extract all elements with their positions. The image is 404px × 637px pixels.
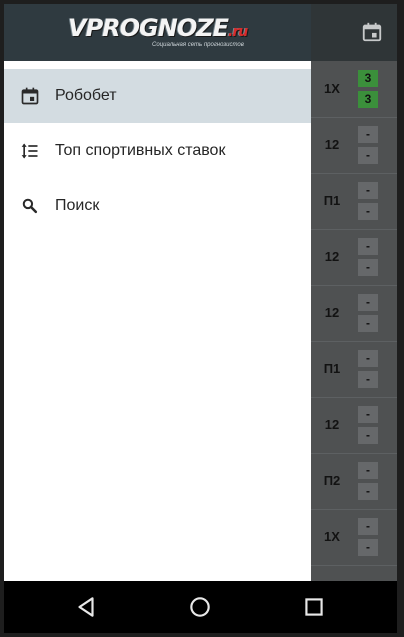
calendar-icon bbox=[21, 87, 39, 105]
back-icon[interactable] bbox=[73, 594, 99, 620]
bet-type: 12 bbox=[324, 417, 340, 432]
score-badge: - bbox=[358, 182, 378, 199]
logo-suffix: .ru bbox=[228, 24, 248, 40]
bet-type: 12 bbox=[324, 137, 340, 152]
bet-type: П1 bbox=[323, 193, 341, 208]
score-badge: - bbox=[358, 406, 378, 423]
list-item[interactable]: 12 - - bbox=[304, 397, 397, 454]
menu-item-robobet[interactable]: Робобет bbox=[4, 69, 311, 123]
menu-item-label: Поиск bbox=[55, 197, 100, 214]
list-item[interactable]: 12 - - bbox=[304, 117, 397, 174]
logo-tagline: Социальная сеть прогнозистов bbox=[152, 42, 244, 48]
menu-item-label: Робобет bbox=[55, 87, 117, 104]
menu-item-top-bets[interactable]: Топ спортивных ставок bbox=[4, 124, 311, 178]
list-item[interactable]: 1X - - bbox=[304, 509, 397, 566]
menu-item-search[interactable]: Поиск bbox=[4, 179, 311, 233]
score-badge: - bbox=[358, 427, 378, 444]
list-item[interactable]: 12 - - bbox=[304, 229, 397, 286]
calendar-icon[interactable] bbox=[361, 21, 383, 43]
vprognoze-logo: VPROGNOZE.ru Социальная сеть прогнозисто… bbox=[66, 12, 248, 54]
score-badge: - bbox=[358, 294, 378, 311]
bet-type: 12 bbox=[324, 249, 340, 264]
system-navigation-bar bbox=[4, 581, 397, 633]
list-item[interactable]: 1X 3 3 bbox=[304, 61, 397, 118]
drawer-header: VPROGNOZE.ru Социальная сеть прогнозисто… bbox=[4, 4, 311, 61]
device-screen: 1X 3 3 12 - - П1 - - 12 - - 12 - - П1 - … bbox=[4, 4, 397, 633]
bet-type: 1X bbox=[324, 81, 340, 96]
list-item[interactable]: 12 - - bbox=[304, 285, 397, 342]
navigation-drawer: VPROGNOZE.ru Социальная сеть прогнозисто… bbox=[4, 4, 311, 581]
score-badge: - bbox=[358, 203, 378, 220]
score-badge: - bbox=[358, 126, 378, 143]
score-badge: - bbox=[358, 147, 378, 164]
score-badge: - bbox=[358, 371, 378, 388]
list-item[interactable]: П1 - - bbox=[304, 341, 397, 398]
recents-icon[interactable] bbox=[301, 594, 327, 620]
bet-type: П1 bbox=[323, 361, 341, 376]
search-icon bbox=[22, 198, 38, 214]
score-badge: - bbox=[358, 539, 378, 556]
score-badge: - bbox=[358, 238, 378, 255]
score-badge: 3 bbox=[358, 91, 378, 108]
home-icon[interactable] bbox=[187, 594, 213, 620]
score-badge: - bbox=[358, 350, 378, 367]
logo-main-text: VPROGNOZE bbox=[68, 14, 229, 42]
score-badge: 3 bbox=[358, 70, 378, 87]
score-badge: - bbox=[358, 483, 378, 500]
bet-type: П2 bbox=[323, 473, 341, 488]
bet-type: 12 bbox=[324, 305, 340, 320]
list-item[interactable]: П1 - - bbox=[304, 173, 397, 230]
sort-list-icon bbox=[21, 143, 38, 159]
score-badge: - bbox=[358, 259, 378, 276]
score-badge: - bbox=[358, 518, 378, 535]
score-badge: - bbox=[358, 462, 378, 479]
list-item[interactable]: П2 - - bbox=[304, 453, 397, 510]
score-badge: - bbox=[358, 315, 378, 332]
bet-type: 1X bbox=[324, 529, 340, 544]
menu-item-label: Топ спортивных ставок bbox=[55, 142, 226, 159]
